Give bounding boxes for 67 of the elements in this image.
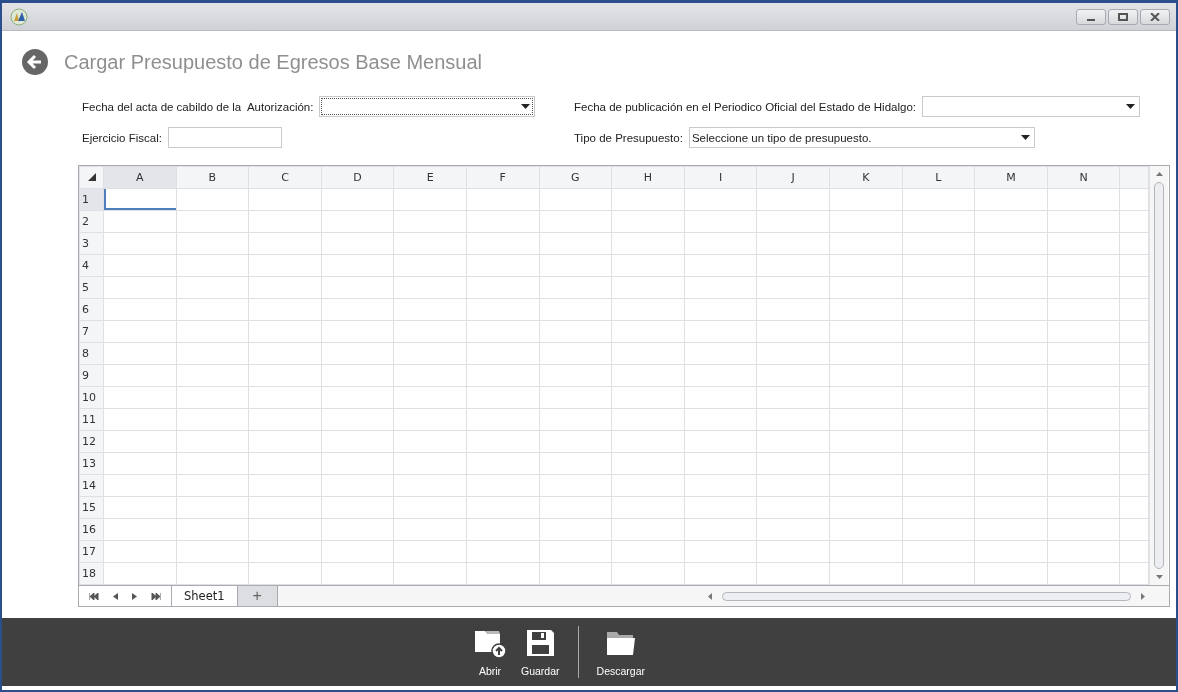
field-label: Fecha de publicación en el Periodico Oficial del Estado de Hidalgo:	[574, 100, 916, 113]
row-header[interactable]: 16	[79, 518, 104, 541]
row-header[interactable]: 13	[79, 452, 104, 475]
column-header[interactable]: M	[974, 166, 1048, 189]
row-header[interactable]: 3	[79, 232, 104, 255]
first-sheet-icon[interactable]	[89, 592, 99, 600]
column-header[interactable]: E	[393, 166, 467, 189]
scroll-down-icon	[1155, 575, 1163, 579]
scroll-up-icon	[1155, 172, 1163, 176]
column-header[interactable]: I	[684, 166, 757, 189]
row-header[interactable]: 15	[79, 496, 104, 519]
scroll-right-icon	[1141, 592, 1145, 600]
scroll-left-icon	[707, 592, 712, 600]
download-button[interactable]: Descargar	[594, 625, 647, 679]
row-header[interactable]: 18	[79, 562, 104, 585]
column-header[interactable]: G	[539, 166, 612, 189]
select-all-icon[interactable]	[87, 173, 96, 181]
row-header[interactable]: 6	[79, 298, 104, 321]
app-logo-icon	[10, 7, 28, 26]
row-header[interactable]: 8	[79, 342, 104, 365]
column-header[interactable]: A	[103, 166, 177, 189]
maximize-icon	[1118, 12, 1128, 21]
row-header[interactable]: 11	[79, 408, 104, 431]
date-dropdown[interactable]	[319, 96, 536, 117]
column-header[interactable]: C	[248, 166, 322, 189]
active-cell[interactable]	[103, 188, 177, 211]
save-button[interactable]: Guardar	[519, 625, 562, 679]
page-title: Cargar Presupuesto de Egresos Base Mensual	[64, 50, 482, 74]
previous-sheet-icon[interactable]	[113, 592, 118, 600]
column-header[interactable]: D	[321, 166, 394, 189]
type-dropdown[interactable]: Seleccione un tipo de presupuesto.	[688, 127, 1035, 148]
row-header[interactable]: 5	[79, 276, 104, 299]
column-header[interactable]: J	[756, 166, 830, 189]
open-button[interactable]: Abrir	[471, 625, 509, 679]
row-header[interactable]: 9	[79, 364, 104, 387]
field-label: Tipo de Presupuesto:	[574, 131, 683, 144]
column-header[interactable]: K	[829, 166, 903, 189]
minimize-button[interactable]	[1076, 8, 1106, 25]
minimize-icon	[1087, 18, 1095, 21]
field-label: Ejercicio Fiscal:	[82, 131, 162, 144]
close-button[interactable]	[1140, 8, 1170, 25]
next-sheet-icon[interactable]	[132, 592, 137, 600]
column-header[interactable]: F	[466, 166, 540, 189]
column-header[interactable]: H	[611, 166, 685, 189]
input-field[interactable]	[167, 127, 282, 148]
row-header[interactable]: 1	[79, 188, 104, 211]
row-header[interactable]: 10	[79, 386, 104, 409]
column-header[interactable]: N	[1047, 166, 1120, 189]
row-header[interactable]: 17	[79, 540, 104, 563]
row-header[interactable]: 2	[79, 210, 104, 233]
row-header[interactable]: 7	[79, 320, 104, 343]
close-icon	[1150, 12, 1160, 21]
last-sheet-icon[interactable]	[151, 592, 161, 600]
column-header[interactable]: L	[902, 166, 975, 189]
dropdown-arrow-icon	[1020, 135, 1030, 140]
row-header[interactable]: 12	[79, 430, 104, 453]
row-header[interactable]: 14	[79, 474, 104, 497]
vertical-scrollbar[interactable]	[1149, 166, 1168, 585]
dropdown-arrow-icon	[1126, 104, 1135, 109]
add-sheet-button[interactable]: +	[237, 586, 278, 606]
horizontal-scrollbar[interactable]	[277, 586, 1169, 606]
dropdown-arrow-icon	[521, 104, 531, 109]
sheet-tab[interactable]: Sheet1	[172, 586, 238, 606]
maximize-button[interactable]	[1108, 8, 1138, 25]
field-label: Fecha del acta de cabildo de la Autorización:	[82, 100, 314, 113]
column-header[interactable]: B	[176, 166, 249, 189]
row-header[interactable]: 4	[79, 254, 104, 277]
